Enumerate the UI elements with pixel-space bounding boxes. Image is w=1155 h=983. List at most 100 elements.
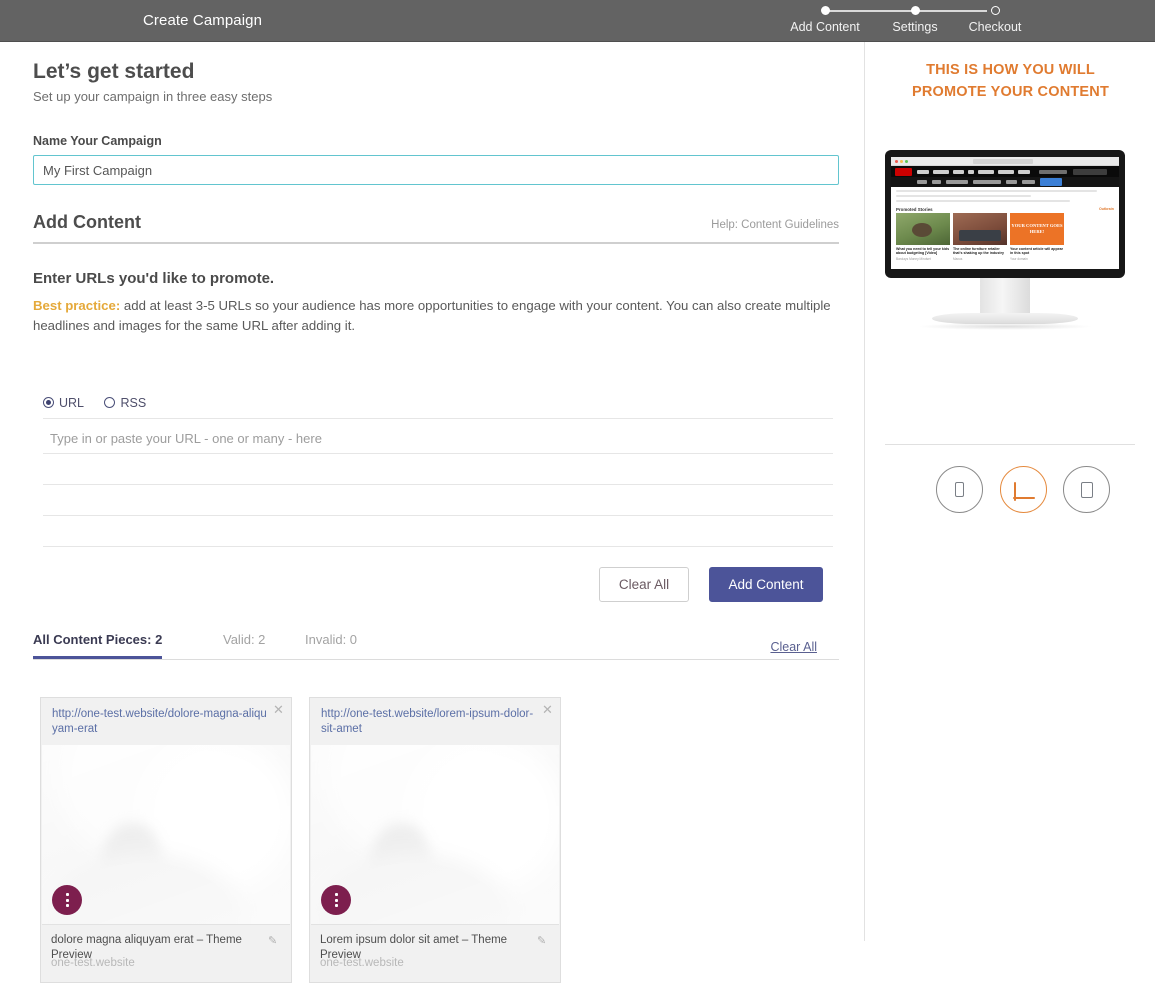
step-label: Settings [870,20,960,34]
radio-url-label: URL [59,396,84,410]
mobile-icon [955,482,964,497]
step-label: Checkout [950,20,1040,34]
tab-all-content-pieces[interactable]: All Content Pieces: 2 [33,632,162,659]
subnav-item [932,180,941,184]
radio-unselected-icon [104,397,115,408]
browser-chrome [891,157,1119,166]
card-domain: one-test.website [320,957,404,969]
your-content-placeholder: YOUR CONTENT GOES HERE! [1010,213,1064,245]
nav-search-box [1073,169,1107,175]
promoted-story-source: Your domain [1010,257,1064,261]
add-content-button[interactable]: Add Content [709,567,823,602]
step-settings[interactable]: Settings [870,4,960,34]
dot-icon [66,904,69,907]
placeholder-line [896,195,1031,197]
url-entry-row[interactable]: Type in or paste your URL - one or many … [43,423,833,454]
outbrain-logo: Outbrain [1099,207,1114,211]
promoted-story-title: What you need to tell your kids about bu… [896,247,950,256]
card-footer: dolore magna aliquyam erat – Theme Previ… [42,924,290,982]
promoted-stories-label: Promoted Stories [896,207,933,212]
window-minimize-icon [900,160,903,163]
step-dot-icon [821,6,830,15]
device-desktop-button[interactable] [1000,466,1047,513]
step-checkout[interactable]: Checkout [950,4,1040,34]
close-icon[interactable]: ✕ [541,703,554,716]
promoted-story-image [953,213,1007,245]
help-content-guidelines-link[interactable]: Help: Content Guidelines [711,219,839,231]
window-maximize-icon [905,160,908,163]
monitor-stand-neck [980,278,1030,316]
content-card[interactable]: http://one-test.website/lorem-ipsum-dolo… [309,697,561,983]
promoted-story-card: What you need to tell your kids about bu… [896,213,950,261]
add-content-actions: Clear All Add Content [43,567,833,603]
promoted-story-title: The online furniture retailer that's sha… [953,247,1007,256]
nav-item [933,170,949,174]
step-dot-icon [911,6,920,15]
nav-item [917,170,929,174]
promoted-story-card-yours: YOUR CONTENT GOES HERE! Your content art… [1010,213,1064,261]
dot-icon [335,893,338,896]
promoted-stories-header: Promoted Stories Outbrain [896,207,1114,212]
kebab-menu-icon[interactable] [52,885,82,915]
subnav-item [1022,180,1035,184]
section-title: Add Content [33,212,141,233]
url-input-placeholder: Type in or paste your URL - one or many … [43,431,322,446]
tablet-icon [1081,482,1093,498]
campaign-name-input[interactable] [33,155,839,185]
heading-get-started: Let’s get started [33,60,194,84]
progress-steps: Add Content Settings Checkout [790,4,1040,38]
top-bar: Create Campaign Add Content Settings Che… [0,0,1155,42]
subnav-item [917,180,927,184]
nav-item [953,170,964,174]
promoted-story-source: Maxus [953,257,1007,261]
best-practice-body: add at least 3-5 URLs so your audience h… [33,298,831,333]
edit-pencil-icon[interactable]: ✎ [268,934,280,946]
desktop-preview-illustration: Promoted Stories Outbrain What you need … [885,150,1135,365]
dot-icon [66,893,69,896]
main-content: Let’s get started Set up your campaign i… [0,42,865,941]
close-icon[interactable]: ✕ [272,703,285,716]
cnn-logo-icon [895,168,912,176]
subnav-item [946,180,968,184]
kebab-menu-icon[interactable] [321,885,351,915]
url-entry-row[interactable] [43,454,833,485]
promo-sidebar: THIS IS HOW YOU WILL PROMOTE YOUR CONTEN… [866,42,1155,941]
step-add-content[interactable]: Add Content [780,4,870,34]
best-practice-text: Best practice: add at least 3-5 URLs so … [33,296,833,336]
url-entry-row[interactable] [43,485,833,516]
promoted-story-card: The online furniture retailer that's sha… [953,213,1007,261]
promoted-stories-row: What you need to tell your kids about bu… [896,213,1114,261]
site-subnav-bar [891,177,1119,187]
card-url: http://one-test.website/dolore-magna-ali… [52,707,267,737]
radio-url[interactable]: URL [43,396,84,410]
edit-pencil-icon[interactable]: ✎ [537,934,549,946]
tab-invalid[interactable]: Invalid: 0 [305,632,357,659]
content-tabs: All Content Pieces: 2 Valid: 2 Invalid: … [33,632,839,660]
add-content-section-header: Add Content Help: Content Guidelines [33,212,839,244]
url-entry-row[interactable] [43,516,833,547]
dot-icon [335,899,338,902]
radio-rss[interactable]: RSS [104,396,146,410]
device-mobile-button[interactable] [936,466,983,513]
radio-rss-label: RSS [120,396,146,410]
device-selector [885,466,1135,514]
url-entry-area[interactable]: Type in or paste your URL - one or many … [43,423,833,547]
content-card[interactable]: http://one-test.website/dolore-magna-ali… [40,697,292,983]
nav-item [1018,170,1030,174]
subnav-item [973,180,1001,184]
sidebar-title-line2: PROMOTE YOUR CONTENT [866,81,1155,103]
window-close-icon [895,160,898,163]
card-footer: Lorem ipsum dolor sit amet – Theme Previ… [311,924,559,982]
monitor-screen: Promoted Stories Outbrain What you need … [891,157,1119,269]
clear-all-button[interactable]: Clear All [599,567,689,602]
tab-valid[interactable]: Valid: 2 [223,632,265,659]
enter-urls-lead: Enter URLs you'd like to promote. [33,270,274,287]
clear-all-link[interactable]: Clear All [770,640,817,654]
placeholder-line [896,190,1097,192]
desktop-icon [1014,483,1034,497]
radio-selected-icon [43,397,54,408]
subheading-get-started: Set up your campaign in three easy steps [33,89,272,104]
nav-item [1039,170,1067,174]
device-tablet-button[interactable] [1063,466,1110,513]
laptop-base-shape [1013,497,1035,499]
